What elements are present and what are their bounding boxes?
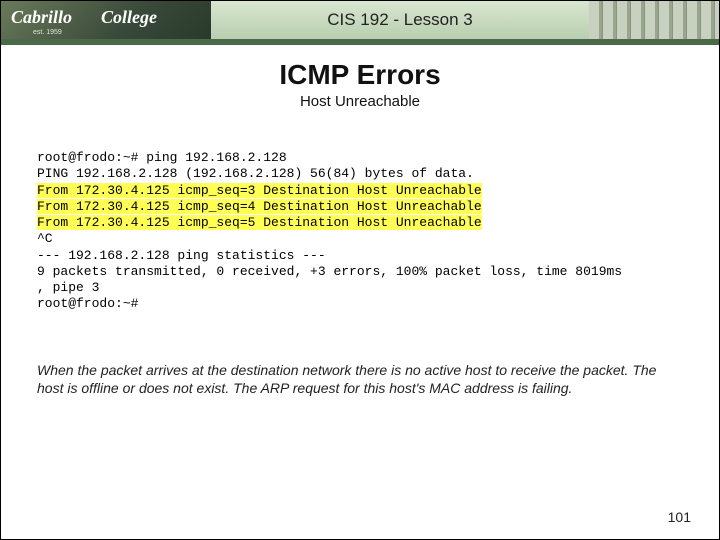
pillar-decoration xyxy=(589,1,719,39)
lesson-title: CIS 192 - Lesson 3 xyxy=(327,10,473,30)
svg-text:est. 1959: est. 1959 xyxy=(33,29,62,36)
cabrillo-logo-svg: Cabrillo College est. 1959 xyxy=(11,3,211,37)
term-line: ^C xyxy=(37,231,53,246)
college-logo: Cabrillo College est. 1959 xyxy=(1,1,211,39)
term-line: PING 192.168.2.128 (192.168.2.128) 56(84… xyxy=(37,166,474,181)
svg-text:College: College xyxy=(101,7,157,27)
term-line-highlight: From 172.30.4.125 icmp_seq=3 Destination… xyxy=(37,183,482,198)
term-line-highlight: From 172.30.4.125 icmp_seq=4 Destination… xyxy=(37,199,482,214)
header-strip xyxy=(1,39,719,45)
slide-subtitle: Host Unreachable xyxy=(1,93,719,110)
term-line: root@frodo:~# ping 192.168.2.128 xyxy=(37,150,287,165)
slide-header: Cabrillo College est. 1959 CIS 192 - Les… xyxy=(1,1,719,39)
term-line-highlight: From 172.30.4.125 icmp_seq=5 Destination… xyxy=(37,215,482,230)
slide-title: ICMP Errors xyxy=(1,59,719,91)
svg-text:Cabrillo: Cabrillo xyxy=(11,7,72,27)
page-number: 101 xyxy=(668,509,691,525)
terminal-output: root@frodo:~# ping 192.168.2.128 PING 19… xyxy=(37,150,683,313)
slide-caption: When the packet arrives at the destinati… xyxy=(37,361,679,399)
term-line: --- 192.168.2.128 ping statistics --- xyxy=(37,248,326,263)
term-line: 9 packets transmitted, 0 received, +3 er… xyxy=(37,264,622,279)
term-line: , pipe 3 xyxy=(37,280,99,295)
lesson-title-bar: CIS 192 - Lesson 3 xyxy=(211,1,589,39)
term-line: root@frodo:~# xyxy=(37,296,138,311)
